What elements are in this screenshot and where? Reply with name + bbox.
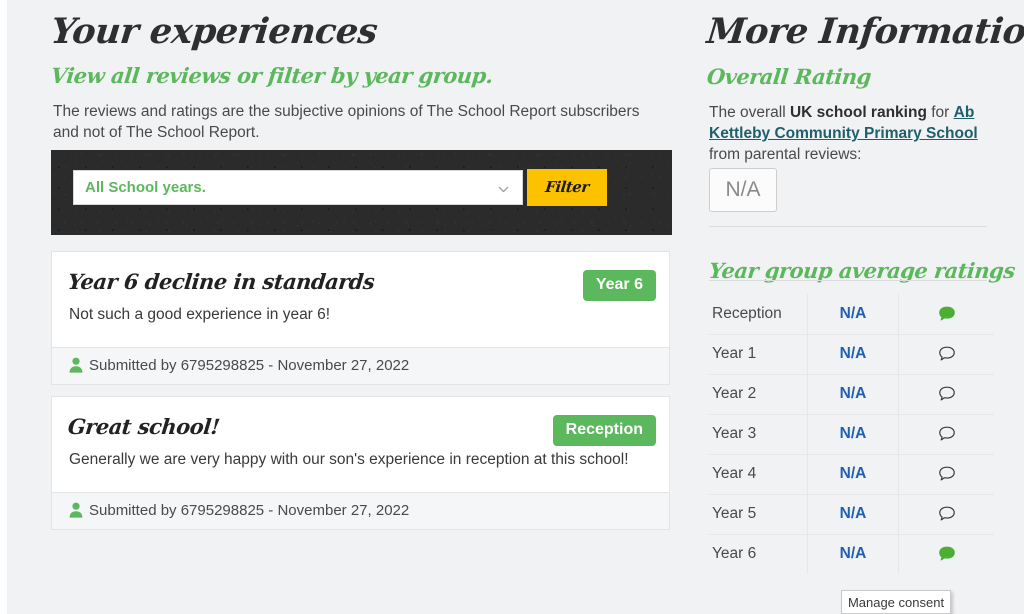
year-reviews-cell: [898, 414, 994, 455]
experiences-column: Your experiences View all reviews or fil…: [47, 0, 672, 530]
year-rating-link[interactable]: N/A: [840, 465, 867, 482]
year-rating-cell: N/A: [807, 294, 899, 335]
year-rating-cell: N/A: [807, 534, 899, 574]
ranking-paragraph: The overall UK school ranking for Ab Ket…: [709, 102, 997, 165]
ranking-text-bold: UK school ranking: [789, 104, 927, 121]
ranking-text-before: The overall: [709, 104, 790, 121]
page-subtitle: View all reviews or filter by year group…: [49, 63, 495, 88]
year-reviews-cell: [898, 334, 994, 375]
speech-bubble-icon[interactable]: [938, 345, 956, 363]
speech-bubble-icon[interactable]: [938, 305, 956, 323]
year-rating-cell: N/A: [807, 374, 899, 415]
table-row: Year 4 N/A: [709, 454, 994, 495]
table-row: Reception N/A: [709, 294, 994, 335]
speech-bubble-icon[interactable]: [938, 545, 956, 563]
table-row: Year 5 N/A: [709, 494, 994, 535]
review-title: Great school!: [66, 414, 221, 439]
sidebar-title: More Information: [704, 11, 1024, 52]
manage-consent-button[interactable]: Manage consent: [841, 590, 951, 614]
review-meta: Submitted by 6795298825 - November 27, 2…: [89, 502, 410, 519]
divider: [709, 226, 987, 227]
overall-rating-box: N/A: [709, 168, 777, 212]
year-label: Year 3: [709, 414, 808, 455]
table-row: Year 3 N/A: [709, 414, 994, 455]
year-rating-cell: N/A: [807, 494, 899, 535]
table-row: Year 1 N/A: [709, 334, 994, 375]
year-reviews-cell: [899, 534, 995, 574]
chevron-down-icon: [498, 186, 509, 193]
overall-rating-heading: Overall Rating: [705, 64, 873, 89]
year-label: Year 1: [709, 334, 808, 375]
year-label: Year 2: [709, 374, 808, 415]
review-footer: Submitted by 6795298825 - November 27, 2…: [52, 492, 669, 529]
filter-bar: All School years. Filter: [51, 150, 672, 235]
review-card[interactable]: Year 6 decline in standards Year 6 Not s…: [51, 251, 670, 385]
review-title: Year 6 decline in standards: [66, 269, 376, 294]
review-body: Great school! Reception Generally we are…: [52, 397, 669, 493]
review-year-badge: Year 6: [582, 270, 656, 301]
review-year-badge: Reception: [552, 415, 656, 446]
review-body: Year 6 decline in standards Year 6 Not s…: [52, 252, 669, 348]
person-icon: [69, 502, 83, 518]
year-label: Year 6: [712, 545, 757, 563]
speech-bubble-icon[interactable]: [938, 465, 956, 483]
year-rating-link[interactable]: N/A: [840, 505, 867, 522]
year-group-select[interactable]: All School years.: [73, 170, 523, 205]
year-rating-link[interactable]: N/A: [840, 425, 867, 442]
review-footer: Submitted by 6795298825 - November 27, 2…: [52, 347, 669, 384]
more-information-column: More Information Overall Rating The over…: [703, 0, 1024, 574]
speech-bubble-icon[interactable]: [938, 425, 956, 443]
review-text: Generally we are very happy with our son…: [69, 451, 629, 468]
review-meta: Submitted by 6795298825 - November 27, 2…: [89, 357, 410, 374]
page-title: Your experiences: [48, 11, 380, 52]
review-text: Not such a good experience in year 6!: [69, 306, 331, 323]
year-reviews-cell: [898, 454, 994, 495]
year-reviews-cell: [898, 374, 994, 415]
speech-bubble-icon[interactable]: [938, 505, 956, 523]
year-group-ratings-table: Reception N/A Year 1 N/A Year 2 N/A Year…: [709, 294, 994, 574]
divider: [709, 280, 987, 281]
year-label: Year 4: [709, 454, 808, 495]
year-label: Year 5: [709, 494, 808, 535]
speech-bubble-icon[interactable]: [938, 385, 956, 403]
table-row: Year 2 N/A: [709, 374, 994, 415]
overall-rating-value: N/A: [725, 178, 761, 201]
filter-button-label: Filter: [544, 178, 590, 196]
ranking-text-mid: for: [926, 104, 954, 121]
table-row: Year 6 N/A: [709, 534, 994, 574]
manage-consent-label: Manage consent: [847, 595, 945, 610]
intro-paragraph: The reviews and ratings are the subjecti…: [53, 103, 640, 141]
year-group-select-value: All School years.: [85, 179, 206, 196]
year-rating-cell: N/A: [807, 334, 899, 375]
person-icon: [69, 357, 83, 373]
year-rating-cell: N/A: [807, 454, 899, 495]
filter-button[interactable]: Filter: [527, 169, 607, 206]
year-reviews-cell: [898, 494, 994, 535]
year-reviews-cell: [898, 294, 994, 335]
year-rating-cell: N/A: [807, 414, 899, 455]
ranking-text-after: from parental reviews:: [709, 146, 862, 163]
page-container: Your experiences View all reviews or fil…: [7, 0, 1024, 614]
year-rating-link[interactable]: N/A: [840, 305, 867, 322]
year-rating-link[interactable]: N/A: [840, 545, 867, 562]
review-card[interactable]: Great school! Reception Generally we are…: [51, 396, 670, 530]
year-rating-link[interactable]: N/A: [840, 345, 867, 362]
year-rating-link[interactable]: N/A: [840, 385, 867, 402]
year-label: Reception: [709, 294, 808, 335]
